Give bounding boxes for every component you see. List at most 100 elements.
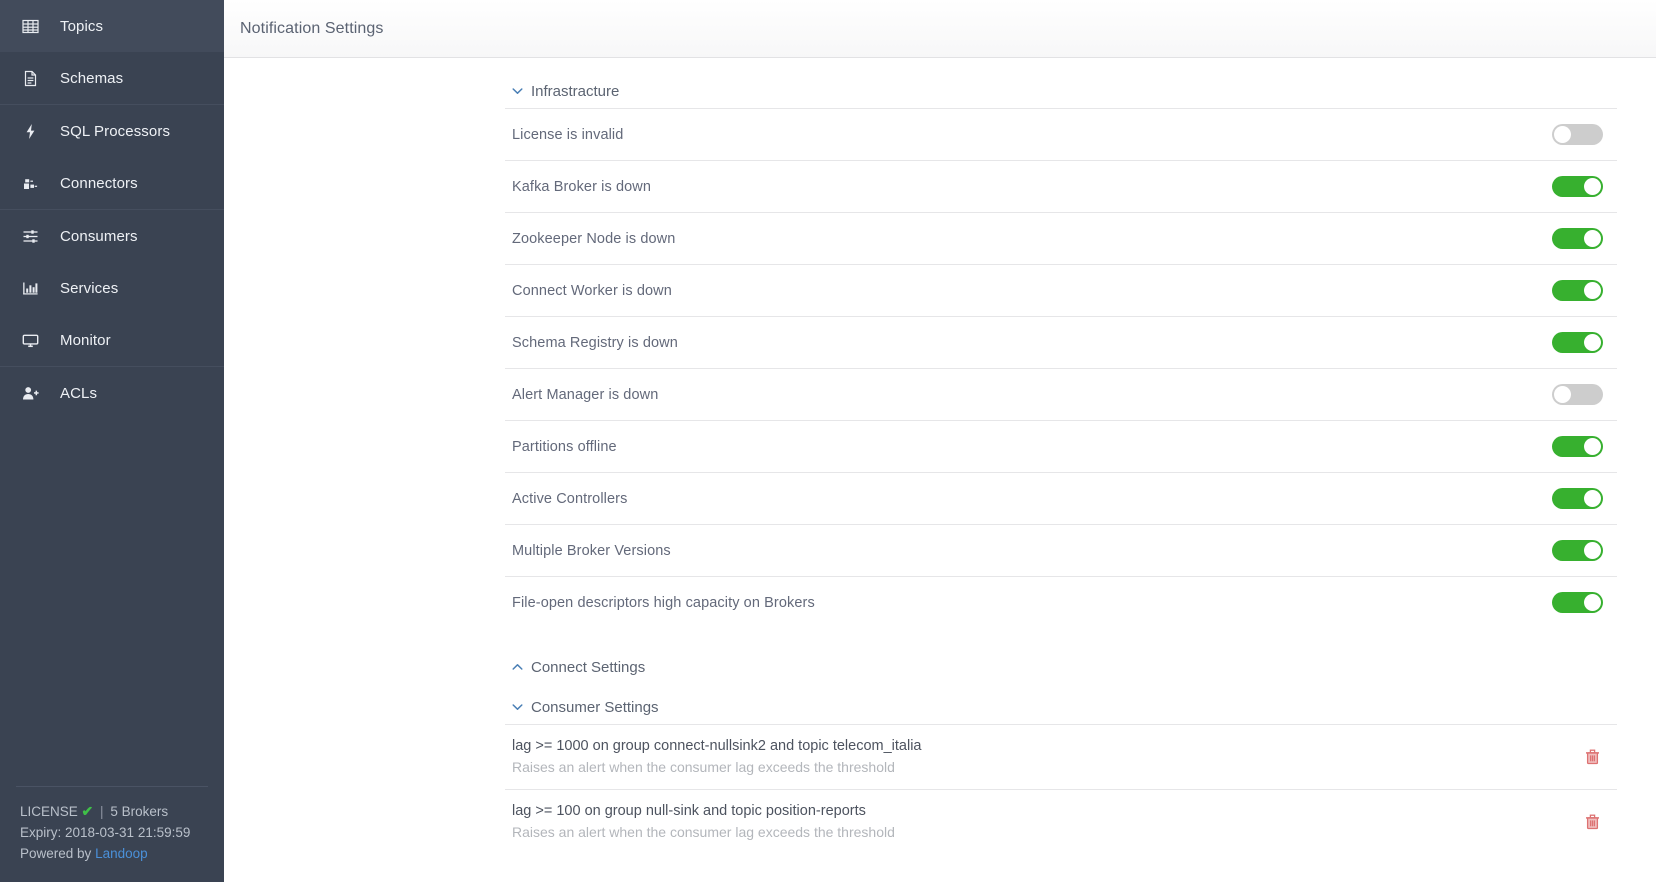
toggle-knob (1554, 386, 1571, 403)
setting-row: File-open descriptors high capacity on B… (505, 576, 1617, 628)
setting-label: Multiple Broker Versions (512, 542, 671, 559)
document-icon (22, 70, 48, 87)
powered-by-line: Powered by Landoop (20, 843, 208, 864)
landoop-link[interactable]: Landoop (95, 846, 148, 861)
setting-label: File-open descriptors high capacity on B… (512, 594, 815, 611)
toggle-license-is-invalid[interactable] (1552, 124, 1603, 145)
sidebar-item-label: SQL Processors (60, 122, 171, 140)
setting-label: Partitions offline (512, 438, 617, 455)
consumer-alert-description: Raises an alert when the consumer lag ex… (512, 824, 895, 840)
setting-row: License is invalid (505, 108, 1617, 160)
lightning-bolt-icon (22, 123, 48, 140)
sidebar-item-label: Schemas (60, 69, 124, 87)
setting-label: Kafka Broker is down (512, 178, 652, 195)
sidebar-item-acls[interactable]: ACLs (0, 367, 224, 419)
settings-column: Infrastracture License is invalid Kafka … (505, 74, 1617, 854)
consumer-alert-title: lag >= 1000 on group connect-nullsink2 a… (512, 738, 922, 754)
sidebar-group-3: Consumers Services Monitor (0, 209, 224, 366)
setting-label: Active Controllers (512, 490, 628, 507)
sliders-icon (22, 228, 48, 245)
sidebar-item-services[interactable]: Services (0, 262, 224, 314)
chevron-down-icon (510, 703, 524, 711)
page-title: Notification Settings (240, 19, 384, 37)
section-title: Infrastracture (531, 82, 620, 100)
app-root: Topics Schemas SQL Processors Connectors… (0, 0, 1656, 882)
section-header-consumer-settings[interactable]: Consumer Settings (505, 690, 1617, 724)
sidebar-item-sql-processors[interactable]: SQL Processors (0, 105, 224, 157)
setting-row: Partitions offline (505, 420, 1617, 472)
sidebar: Topics Schemas SQL Processors Connectors… (0, 0, 224, 882)
toggle-knob (1584, 230, 1601, 247)
toggle-knob (1584, 542, 1601, 559)
setting-label: Connect Worker is down (512, 282, 672, 299)
sidebar-item-label: Topics (60, 17, 104, 35)
consumer-alert-row: lag >= 100 on group null-sink and topic … (505, 789, 1617, 854)
sidebar-item-monitor[interactable]: Monitor (0, 314, 224, 366)
section-title: Connect Settings (531, 658, 646, 676)
broker-count: 5 Brokers (110, 804, 169, 819)
toggle-partitions-offline[interactable] (1552, 436, 1603, 457)
license-status-line: LICENSE ✔ | 5 Brokers (20, 801, 208, 822)
consumer-alert-text: lag >= 100 on group null-sink and topic … (512, 800, 895, 843)
sidebar-item-label: Monitor (60, 331, 111, 349)
connector-plug-icon (22, 175, 48, 192)
consumer-alert-title: lag >= 100 on group null-sink and topic … (512, 803, 866, 819)
content-scroll-area[interactable]: Infrastracture License is invalid Kafka … (224, 58, 1656, 882)
toggle-knob (1584, 282, 1601, 299)
chevron-down-icon (510, 87, 524, 95)
toggle-connect-worker-is-down[interactable] (1552, 280, 1603, 301)
sidebar-item-connectors[interactable]: Connectors (0, 157, 224, 209)
license-label: LICENSE (20, 804, 78, 819)
powered-by-label: Powered by (20, 846, 92, 861)
toggle-kafka-broker-is-down[interactable] (1552, 176, 1603, 197)
monitor-screen-icon (22, 332, 48, 349)
trash-icon[interactable] (1581, 746, 1603, 768)
sidebar-item-label: Connectors (60, 174, 138, 192)
grid-icon (22, 18, 48, 35)
setting-row: Connect Worker is down (505, 264, 1617, 316)
setting-row: Schema Registry is down (505, 316, 1617, 368)
sidebar-item-label: Services (60, 279, 119, 297)
sidebar-item-label: Consumers (60, 227, 138, 245)
toggle-zookeeper-node-is-down[interactable] (1552, 228, 1603, 249)
toggle-file-open-descriptors-high-capacity-on-brokers[interactable] (1552, 592, 1603, 613)
toggle-alert-manager-is-down[interactable] (1552, 384, 1603, 405)
section-header-infrastracture[interactable]: Infrastracture (505, 74, 1617, 108)
section-header-connect-settings[interactable]: Connect Settings (505, 650, 1617, 684)
setting-label: Schema Registry is down (512, 334, 678, 351)
toggle-multiple-broker-versions[interactable] (1552, 540, 1603, 561)
sidebar-item-label: ACLs (60, 384, 98, 402)
setting-row: Alert Manager is down (505, 368, 1617, 420)
setting-label: Alert Manager is down (512, 386, 659, 403)
license-separator: | (100, 804, 104, 819)
setting-row: Zookeeper Node is down (505, 212, 1617, 264)
user-add-icon (22, 385, 48, 402)
setting-label: License is invalid (512, 126, 624, 143)
sidebar-item-schemas[interactable]: Schemas (0, 52, 224, 104)
setting-label: Zookeeper Node is down (512, 230, 676, 247)
sidebar-item-topics[interactable]: Topics (0, 0, 224, 52)
main-area: Notification Settings Infrastracture Lic… (224, 0, 1656, 882)
setting-row: Kafka Broker is down (505, 160, 1617, 212)
toggle-knob (1584, 178, 1601, 195)
sidebar-group-1: Topics Schemas (0, 0, 224, 104)
setting-row: Active Controllers (505, 472, 1617, 524)
toggle-knob (1584, 334, 1601, 351)
toggle-schema-registry-is-down[interactable] (1552, 332, 1603, 353)
toggle-knob (1584, 438, 1601, 455)
consumer-alert-text: lag >= 1000 on group connect-nullsink2 a… (512, 735, 922, 778)
consumer-alert-description: Raises an alert when the consumer lag ex… (512, 759, 895, 775)
sidebar-item-consumers[interactable]: Consumers (0, 210, 224, 262)
trash-icon[interactable] (1581, 811, 1603, 833)
chevron-up-icon (510, 663, 524, 671)
content-inner: Infrastracture License is invalid Kafka … (224, 58, 1656, 854)
toggle-knob (1584, 490, 1601, 507)
consumer-alert-row: lag >= 1000 on group connect-nullsink2 a… (505, 724, 1617, 789)
toggle-knob (1584, 594, 1601, 611)
bar-chart-icon (22, 280, 48, 297)
top-bar: Notification Settings (224, 0, 1656, 58)
section-title: Consumer Settings (531, 698, 659, 716)
toggle-active-controllers[interactable] (1552, 488, 1603, 509)
sidebar-group-2: SQL Processors Connectors (0, 104, 224, 209)
